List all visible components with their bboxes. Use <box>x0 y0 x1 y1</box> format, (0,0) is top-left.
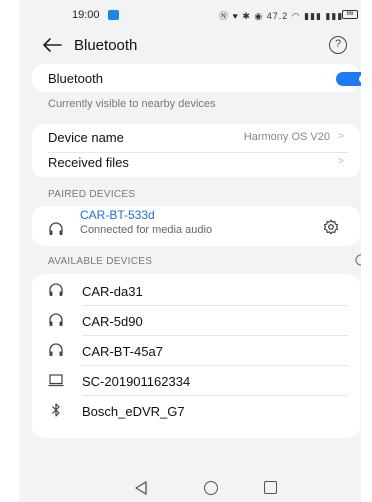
received-files-label: Received files <box>48 155 129 170</box>
refresh-icon[interactable] <box>354 253 361 267</box>
headphones-icon <box>49 313 63 326</box>
device-name: CAR-da31 <box>82 284 143 299</box>
bluetooth-toggle-row[interactable]: Bluetooth <box>32 64 361 92</box>
device-name-label: Device name <box>48 130 124 145</box>
list-item[interactable]: CAR-5d90 <box>32 306 360 336</box>
list-item[interactable]: Bosch_eDVR_G7 <box>32 396 360 426</box>
device-name: SC-201901162334 <box>82 374 191 389</box>
chevron-right-icon: > <box>338 131 344 142</box>
status-icons: Ⓝ ♥ ✱ ◉ 47.2 ◠ ▮▮▮ ▮▮▮ <box>219 11 344 21</box>
chevron-right-icon: > <box>338 156 344 167</box>
list-item[interactable]: CAR-BT-45a7 <box>32 336 360 366</box>
device-name: CAR-BT-45a7 <box>82 344 163 359</box>
paired-device-row[interactable]: CAR-BT-533d Connected for media audio <box>32 206 360 246</box>
laptop-icon <box>48 374 64 387</box>
list-item[interactable]: SC-201901162334 <box>32 366 360 396</box>
available-devices-heading: AVAILABLE DEVICES <box>48 256 153 267</box>
navigation-bar <box>19 474 361 502</box>
bluetooth-icon <box>52 403 60 417</box>
battery-icon: 66 <box>342 10 358 19</box>
bluetooth-label: Bluetooth <box>48 71 103 86</box>
available-devices-list: CAR-da31 CAR-5d90 CAR-BT-45a7 SC-2019011… <box>32 274 360 438</box>
device-name-value: Harmony OS V20 <box>243 131 330 143</box>
device-name: Bosch_eDVR_G7 <box>82 404 185 419</box>
gear-icon[interactable] <box>323 219 339 235</box>
page-title: Bluetooth <box>74 37 138 54</box>
status-bar: 19:00 Ⓝ ♥ ✱ ◉ 47.2 ◠ ▮▮▮ ▮▮▮ 66 <box>19 0 361 30</box>
device-settings-card: Device name Harmony OS V20 > Received fi… <box>32 124 360 177</box>
headphones-icon <box>49 283 63 296</box>
paired-device-name: CAR-BT-533d <box>80 208 155 222</box>
nav-back-icon[interactable] <box>134 480 148 496</box>
phone-screen: 19:00 Ⓝ ♥ ✱ ◉ 47.2 ◠ ▮▮▮ ▮▮▮ 66 Bluetoot… <box>19 0 361 502</box>
bluetooth-switch[interactable] <box>336 72 361 86</box>
notification-badge-icon <box>108 10 119 20</box>
back-arrow-icon[interactable] <box>41 35 63 55</box>
headphones-icon <box>49 343 63 356</box>
list-item[interactable]: CAR-da31 <box>32 276 360 306</box>
title-bar: Bluetooth ? <box>19 30 361 62</box>
device-name: CAR-5d90 <box>82 314 143 329</box>
status-time: 19:00 <box>72 9 100 21</box>
paired-device-status: Connected for media audio <box>80 224 213 236</box>
paired-devices-heading: PAIRED DEVICES <box>48 189 136 200</box>
help-icon[interactable]: ? <box>329 36 347 54</box>
divider <box>48 152 348 153</box>
switch-knob <box>359 75 361 83</box>
nav-recent-apps-icon[interactable] <box>264 481 277 494</box>
visibility-note: Currently visible to nearby devices <box>48 98 216 110</box>
nav-home-icon[interactable] <box>204 481 218 495</box>
headphones-icon <box>49 222 63 235</box>
